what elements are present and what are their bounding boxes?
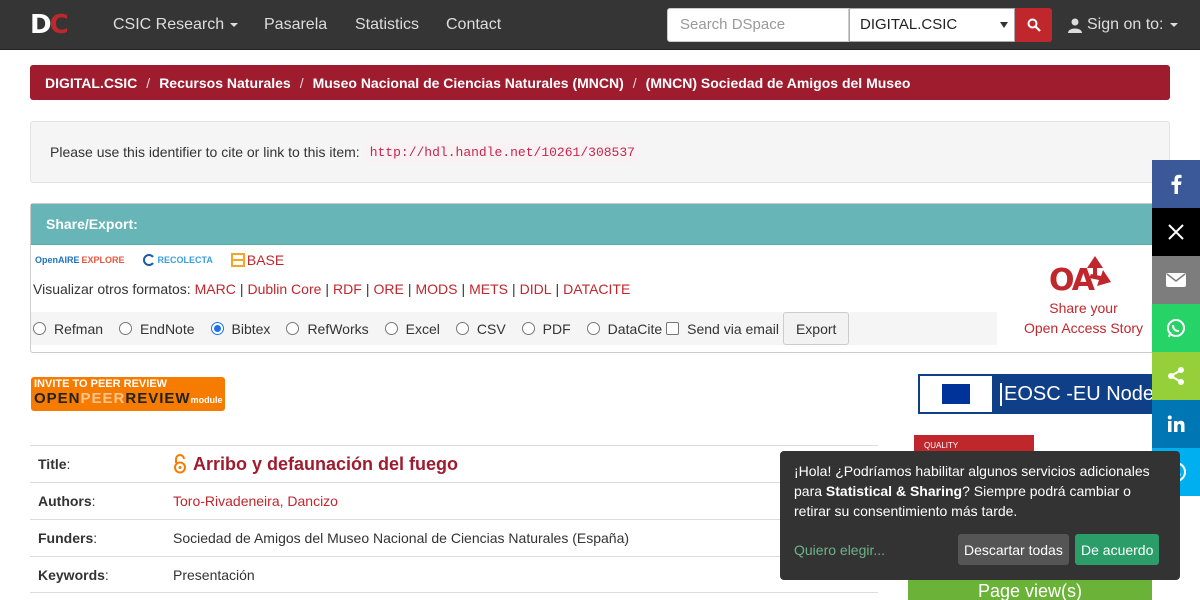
base-icon bbox=[230, 253, 245, 267]
export-radio-excel[interactable]: Excel bbox=[383, 321, 440, 337]
whatsapp-icon bbox=[1167, 319, 1185, 338]
metadata-row-funders: Funders: Sociedad de Amigos del Museo Na… bbox=[30, 519, 878, 556]
export-radio-refman[interactable]: Refman bbox=[31, 321, 103, 337]
sign-on-dropdown[interactable]: Sign on to: bbox=[1068, 15, 1178, 35]
facebook-icon bbox=[1171, 174, 1182, 194]
breadcrumb: DIGITAL.CSIC / Recursos Naturales / Muse… bbox=[30, 65, 1170, 100]
author-link[interactable]: Toro-Rivadeneira, Dancizo bbox=[173, 493, 338, 509]
email-icon bbox=[1166, 273, 1186, 287]
cookie-consent-text: ¡Hola! ¿Podríamos habilitar algunos serv… bbox=[794, 463, 1150, 519]
format-mets[interactable]: METS bbox=[469, 281, 508, 297]
format-datacite[interactable]: DATACITE bbox=[563, 281, 630, 297]
linkedin-icon bbox=[1167, 415, 1185, 432]
openaire-explore-link[interactable]: OpenAIRE EXPLORE bbox=[35, 255, 125, 265]
export-button[interactable]: Export bbox=[782, 312, 850, 345]
export-radio-datacite[interactable]: DataCite bbox=[585, 321, 662, 337]
nav-statistics[interactable]: Statistics bbox=[355, 15, 419, 35]
export-radio-pdf[interactable]: PDF bbox=[520, 321, 571, 337]
share-export-panel: Share/Export: OpenAIRE EXPLORE RECOLECTA … bbox=[30, 203, 1170, 353]
handle-uri[interactable]: http://hdl.handle.net/10261/308537 bbox=[365, 142, 639, 162]
format-mods[interactable]: MODS bbox=[415, 281, 457, 297]
search-input[interactable]: Search DSpace bbox=[667, 8, 849, 42]
eosc-eu-node-banner[interactable]: EOSC -EU Node bbox=[918, 374, 1168, 414]
open-access-story-link[interactable]: OA Share your Open Access Story bbox=[1021, 252, 1146, 338]
item-title: Arribo y defaunación del fuego bbox=[193, 453, 459, 474]
export-radio-endnote[interactable]: EndNote bbox=[117, 321, 195, 337]
format-rdf[interactable]: RDF bbox=[333, 281, 362, 297]
format-marc[interactable]: MARC bbox=[195, 281, 236, 297]
metadata-row-keywords: Keywords: Presentación bbox=[30, 556, 878, 593]
nav-csic-research-dropdown[interactable]: CSIC Research bbox=[113, 15, 239, 35]
digital-csic-logo[interactable]: DC bbox=[30, 11, 69, 39]
metadata-row-title: Title: Arribo y defaunación del fuego bbox=[30, 445, 878, 482]
export-radio-refworks[interactable]: RefWorks bbox=[284, 321, 369, 337]
breadcrumb-separator: / bbox=[299, 74, 304, 91]
share-whatsapp-button[interactable] bbox=[1152, 304, 1200, 352]
cookie-choose-link[interactable]: Quiero elegir... bbox=[794, 540, 885, 560]
select-caret-icon bbox=[1000, 22, 1008, 28]
share-export-heading: Share/Export: bbox=[31, 204, 1169, 245]
nav-contact[interactable]: Contact bbox=[446, 15, 501, 35]
open-peer-review-badge[interactable]: INVITE TO PEER REVIEW OPENPEERREVIEWmodu… bbox=[31, 377, 225, 411]
cookie-accept-button[interactable]: De acuerdo bbox=[1075, 534, 1160, 565]
share-sharethis-button[interactable] bbox=[1152, 352, 1200, 400]
share-facebook-button[interactable] bbox=[1152, 160, 1200, 208]
breadcrumb-sociedad-amigos[interactable]: (MNCN) Sociedad de Amigos del Museo bbox=[646, 75, 911, 91]
caret-down-icon bbox=[230, 22, 239, 27]
export-radio-csv[interactable]: CSV bbox=[454, 321, 506, 337]
cookie-decline-button[interactable]: Descartar todas bbox=[958, 534, 1069, 565]
send-via-email-checkbox[interactable]: Send via email bbox=[666, 321, 779, 337]
caret-down-icon bbox=[1169, 23, 1178, 27]
eu-flag-icon bbox=[920, 376, 992, 412]
top-navbar: DC CSIC Research Pasarela Statistics Con… bbox=[0, 0, 1200, 50]
recolecta-link[interactable]: RECOLECTA bbox=[142, 254, 213, 266]
export-radio-bibtex[interactable]: Bibtex bbox=[209, 321, 270, 337]
format-ore[interactable]: ORE bbox=[373, 281, 403, 297]
x-icon bbox=[1168, 224, 1184, 240]
search-scope-select[interactable]: DIGITAL.CSIC bbox=[849, 8, 1015, 42]
share-linkedin-button[interactable] bbox=[1152, 400, 1200, 448]
breadcrumb-separator: / bbox=[146, 74, 151, 91]
share-x-button[interactable] bbox=[1152, 208, 1200, 256]
search-button[interactable] bbox=[1015, 8, 1052, 42]
share-icon bbox=[1168, 367, 1184, 385]
formats-label: Visualizar otros formatos: bbox=[33, 281, 191, 297]
cookie-consent-popup: ¡Hola! ¿Podríamos habilitar algunos serv… bbox=[780, 451, 1180, 580]
metadata-row-authors: Authors: Toro-Rivadeneira, Dancizo bbox=[30, 482, 878, 519]
repository-logos: OpenAIRE EXPLORE RECOLECTA BASE bbox=[35, 252, 284, 268]
user-icon bbox=[1068, 18, 1082, 33]
open-lock-icon bbox=[174, 454, 186, 474]
export-options: Refman EndNote Bibtex RefWorks Excel CSV… bbox=[31, 312, 997, 345]
breadcrumb-separator: / bbox=[632, 74, 637, 91]
format-didl[interactable]: DIDL bbox=[520, 281, 552, 297]
oa-logo: OA bbox=[1049, 263, 1095, 298]
nav-pasarela[interactable]: Pasarela bbox=[264, 15, 327, 35]
recolecta-icon bbox=[142, 254, 154, 266]
breadcrumb-digital-csic[interactable]: DIGITAL.CSIC bbox=[45, 75, 137, 91]
item-metadata-table: Title: Arribo y defaunación del fuego Au… bbox=[30, 445, 878, 593]
search-icon bbox=[1027, 18, 1041, 32]
format-dublin-core[interactable]: Dublin Core bbox=[247, 281, 321, 297]
base-link[interactable]: BASE bbox=[230, 252, 284, 268]
breadcrumb-recursos-naturales[interactable]: Recursos Naturales bbox=[159, 75, 291, 91]
page-views-box: Page view(s) bbox=[908, 580, 1152, 600]
identifier-label: Please use this identifier to cite or li… bbox=[50, 144, 360, 160]
share-email-button[interactable] bbox=[1152, 256, 1200, 304]
identifier-well: Please use this identifier to cite or li… bbox=[30, 121, 1170, 183]
other-formats: Visualizar otros formatos: MARC | Dublin C… bbox=[33, 281, 631, 297]
breadcrumb-mncn[interactable]: Museo Nacional de Ciencias Naturales (MN… bbox=[313, 75, 624, 91]
